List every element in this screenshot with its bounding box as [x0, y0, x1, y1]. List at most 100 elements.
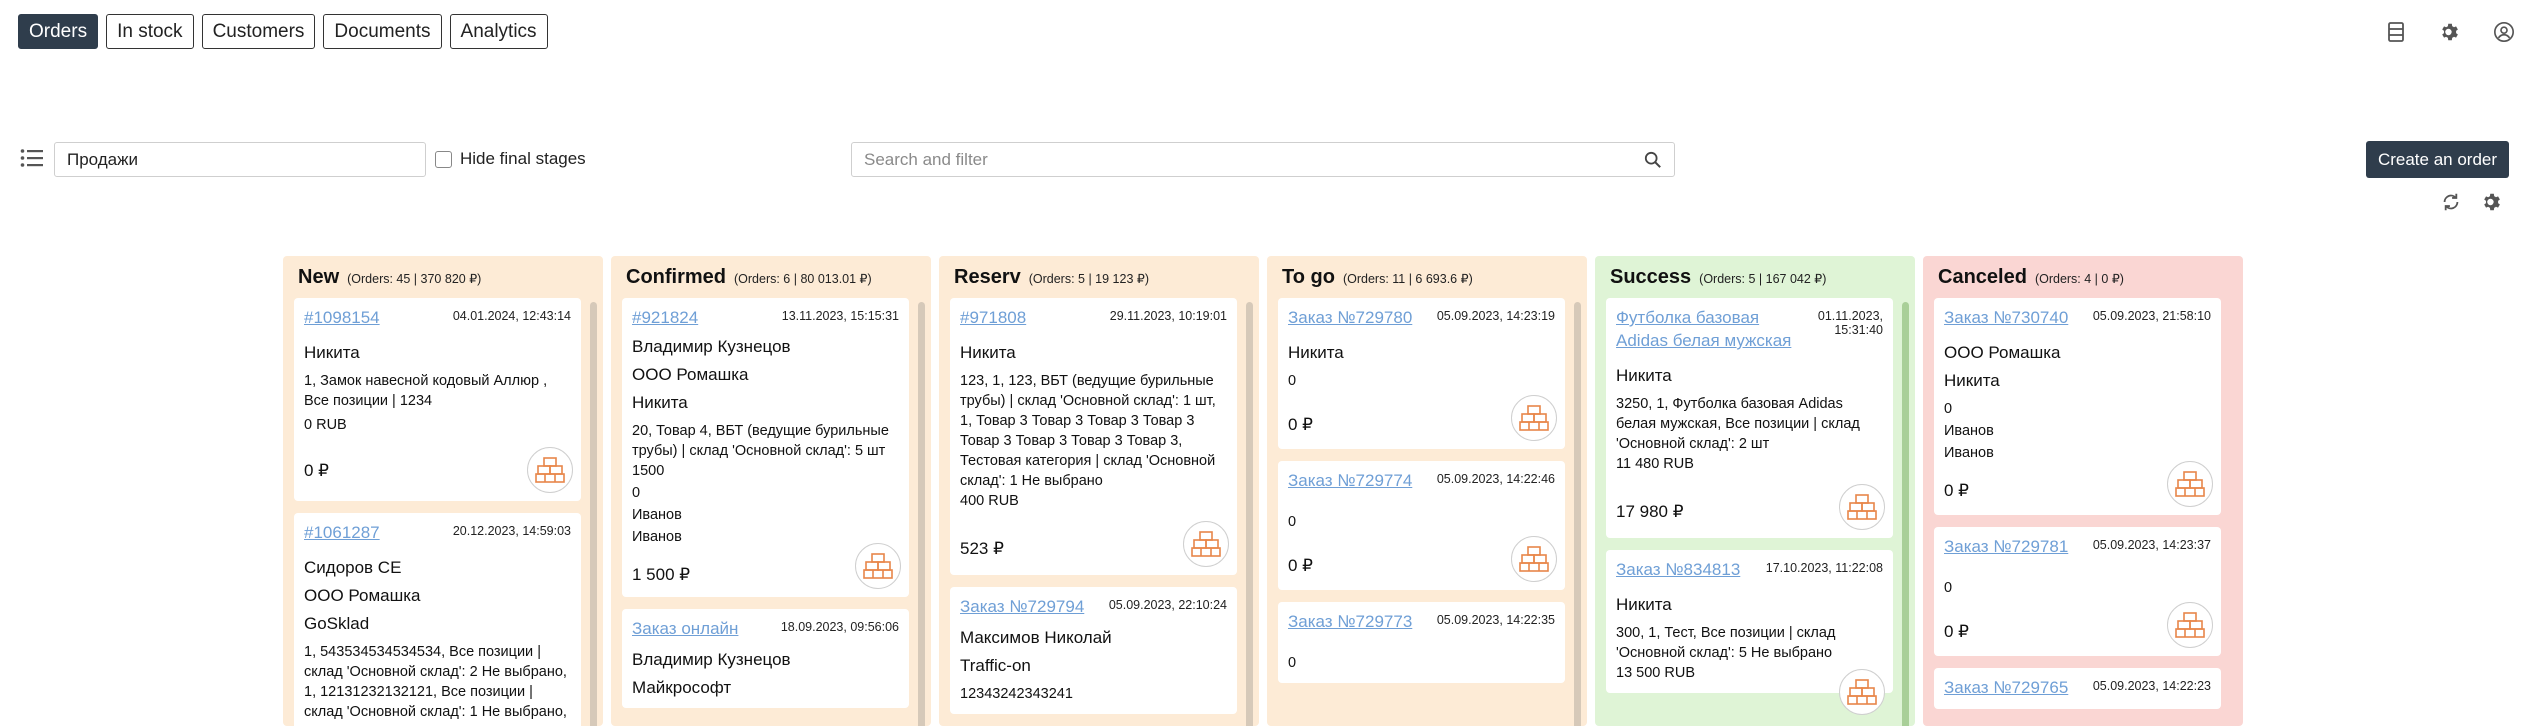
hide-final-checkbox[interactable] — [435, 150, 452, 168]
order-card[interactable]: Заказ №729781 05.09.2023, 14:23:37 0 0 ₽ — [1934, 527, 2221, 656]
tab-customers[interactable]: Customers — [201, 14, 316, 49]
order-card[interactable]: Заказ №729774 05.09.2023, 14:22:46 0 0 ₽ — [1278, 461, 1565, 590]
customer-name: Никита — [960, 343, 1016, 362]
tab-documents[interactable]: Documents — [323, 14, 442, 49]
manager-name: Никита — [632, 393, 688, 412]
order-link[interactable]: Заказ №729773 — [1288, 610, 1412, 633]
kanban-board: New (Orders: 45 | 370 820 ₽) #1098154 04… — [283, 256, 2243, 726]
refresh-icon[interactable] — [2440, 191, 2462, 218]
order-zero: 0 — [1288, 655, 1297, 671]
gear-icon[interactable] — [2423, 18, 2477, 46]
column-reserv: Reserv (Orders: 5 | 19 123 ₽) #971808 29… — [939, 256, 1259, 726]
column-header: Confirmed (Orders: 6 | 80 013.01 ₽) — [611, 256, 931, 298]
pipeline-select[interactable]: Продажи — [54, 142, 426, 177]
responsible-name: Иванов — [632, 507, 682, 523]
warehouse-icon[interactable] — [1511, 536, 1557, 582]
order-card[interactable]: Заказ №729773 05.09.2023, 14:22:35 0 — [1278, 602, 1565, 683]
order-link[interactable]: Заказ №834813 — [1616, 558, 1740, 581]
board-settings-icon[interactable] — [2481, 191, 2503, 218]
order-amount: 11 480 RUB — [1616, 456, 1694, 472]
column-summary: (Orders: 45 | 370 820 ₽) — [347, 272, 482, 286]
list-icon[interactable] — [20, 148, 44, 173]
create-order-button[interactable]: Create an order — [2366, 141, 2509, 178]
order-card[interactable]: #1098154 04.01.2024, 12:43:14 Никита 1, … — [294, 298, 581, 501]
main-nav: Orders In stock Customers Documents Anal… — [18, 14, 548, 49]
hide-final-stages[interactable]: Hide final stages — [435, 149, 586, 169]
tab-in-stock[interactable]: In stock — [106, 14, 194, 49]
order-date: 18.09.2023, 09:56:06 — [780, 620, 899, 634]
manager-name: GoSklad — [304, 614, 370, 633]
order-link[interactable]: Заказ №730740 — [1944, 306, 2068, 329]
warehouse-icon[interactable] — [2167, 602, 2213, 648]
order-card[interactable]: #921824 13.11.2023, 15:15:31 Владимир Ку… — [622, 298, 909, 597]
column-header: Canceled (Orders: 4 | 0 ₽) — [1923, 256, 2243, 298]
order-card[interactable]: Заказ №729765 05.09.2023, 14:22:23 — [1934, 668, 2221, 709]
customer-name: Никита — [1616, 595, 1672, 614]
order-card[interactable]: Заказ онлайн 18.09.2023, 09:56:06 Владим… — [622, 609, 909, 708]
order-items: 1, 543534534534534, Все позиции | склад … — [304, 644, 567, 726]
warehouse-icon[interactable] — [1183, 521, 1229, 567]
column-summary: (Orders: 11 | 6 693.6 ₽) — [1342, 272, 1473, 286]
column-summary: (Orders: 5 | 167 042 ₽) — [1699, 272, 1827, 286]
customer-name: Владимир Кузнецов — [632, 337, 791, 356]
warehouse-icon[interactable] — [1839, 484, 1885, 530]
column-title: Reserv — [954, 266, 1021, 288]
responsible-name: Иванов — [1944, 445, 1994, 461]
warehouse-icon[interactable] — [1839, 669, 1885, 715]
order-card[interactable]: Заказ №730740 05.09.2023, 21:58:10 ООО Р… — [1934, 298, 2221, 515]
search-field — [851, 142, 1675, 177]
order-card[interactable]: Заказ №834813 17.10.2023, 11:22:08 Никит… — [1606, 550, 1893, 715]
order-date: 05.09.2023, 22:10:24 — [1108, 598, 1227, 612]
order-date: 05.09.2023, 14:22:46 — [1436, 472, 1555, 486]
column-title: Canceled — [1938, 266, 2027, 288]
header-icons — [2369, 18, 2531, 46]
user-icon[interactable] — [2477, 18, 2531, 46]
layout-icon[interactable] — [2369, 18, 2423, 46]
warehouse-icon[interactable] — [2167, 461, 2213, 507]
order-items: 300, 1, Тест, Все позиции | склад 'Основ… — [1616, 625, 1836, 661]
order-zero: 0 — [632, 485, 641, 501]
order-card[interactable]: Заказ №729780 05.09.2023, 14:23:19 Никит… — [1278, 298, 1565, 449]
order-link[interactable]: Заказ №729780 — [1288, 306, 1412, 329]
phone-number: 12343242343241 — [960, 686, 1073, 702]
column-success: Success (Orders: 5 | 167 042 ₽) Футболка… — [1595, 256, 1915, 726]
order-link[interactable]: Заказ №729781 — [1944, 535, 2068, 558]
order-card[interactable]: #1061287 20.12.2023, 14:59:03 Сидоров СЕ… — [294, 513, 581, 726]
search-input[interactable] — [852, 143, 1612, 176]
column-to-go: To go (Orders: 11 | 6 693.6 ₽) Заказ №72… — [1267, 256, 1587, 726]
order-link[interactable]: Заказ онлайн — [632, 617, 738, 640]
order-link[interactable]: Футболка базовая Adidas белая мужская — [1616, 306, 1812, 352]
order-items: 3250, 1, Футболка базовая Adidas белая м… — [1616, 396, 1860, 452]
order-card[interactable]: Заказ №729794 05.09.2023, 22:10:24 Макси… — [950, 587, 1237, 714]
order-link[interactable]: #1098154 — [304, 306, 380, 329]
order-date: 29.11.2023, 10:19:01 — [1109, 309, 1227, 323]
order-link[interactable]: #921824 — [632, 306, 698, 329]
order-link[interactable]: #1061287 — [304, 521, 380, 544]
search-icon[interactable] — [1644, 151, 1662, 174]
order-date: 05.09.2023, 21:58:10 — [2092, 309, 2211, 323]
company-name: ООО Ромашка — [632, 365, 749, 384]
column-title: Confirmed — [626, 266, 726, 288]
column-title: New — [298, 266, 340, 288]
company-name: ООО Ромашка — [1944, 343, 2061, 362]
column-header: Success (Orders: 5 | 167 042 ₽) — [1595, 256, 1915, 298]
order-card[interactable]: Футболка базовая Adidas белая мужская 01… — [1606, 298, 1893, 538]
column-title: Success — [1610, 266, 1692, 288]
order-link[interactable]: Заказ №729765 — [1944, 676, 2068, 699]
column-summary: (Orders: 5 | 19 123 ₽) — [1028, 272, 1149, 286]
column-summary: (Orders: 6 | 80 013.01 ₽) — [734, 272, 872, 286]
responsible-name: Иванов — [632, 529, 682, 545]
warehouse-icon[interactable] — [527, 447, 573, 493]
order-card[interactable]: #971808 29.11.2023, 10:19:01 Никита 123,… — [950, 298, 1237, 575]
column-canceled: Canceled (Orders: 4 | 0 ₽) Заказ №730740… — [1923, 256, 2243, 726]
tab-orders[interactable]: Orders — [18, 14, 99, 49]
order-link[interactable]: #971808 — [960, 306, 1026, 329]
column-summary: (Orders: 4 | 0 ₽) — [2034, 272, 2124, 286]
warehouse-icon[interactable] — [855, 543, 901, 589]
column-new: New (Orders: 45 | 370 820 ₽) #1098154 04… — [283, 256, 603, 726]
order-link[interactable]: Заказ №729774 — [1288, 469, 1412, 492]
order-zero: 0 — [1288, 373, 1297, 389]
warehouse-icon[interactable] — [1511, 395, 1557, 441]
order-link[interactable]: Заказ №729794 — [960, 595, 1084, 618]
tab-analytics[interactable]: Analytics — [449, 14, 548, 49]
